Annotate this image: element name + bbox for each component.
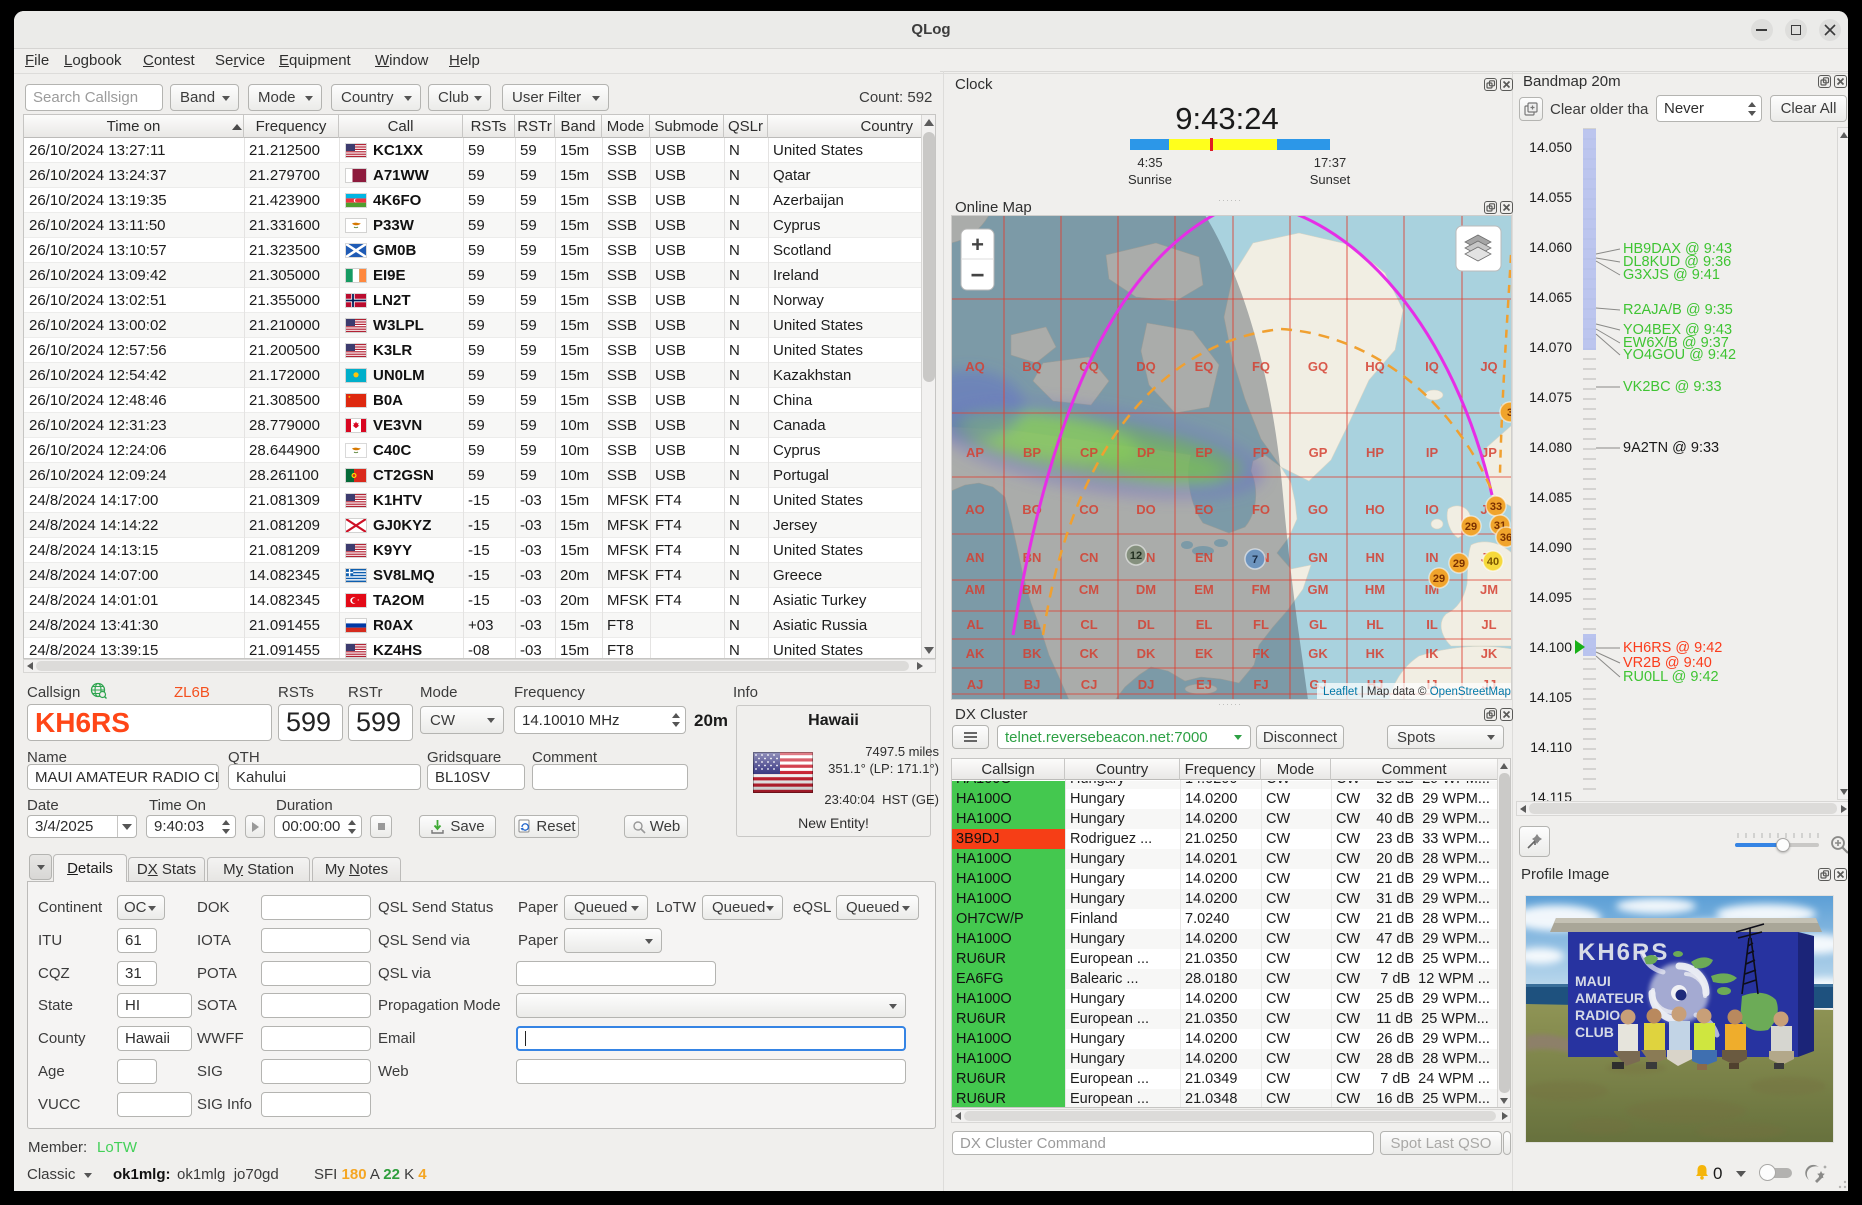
svg-text:GQ: GQ [1308,359,1328,374]
svg-text:EN: EN [1195,550,1213,565]
svg-text:GL: GL [1309,617,1327,632]
svg-text:HM: HM [1365,582,1385,597]
svg-text:HQ: HQ [1365,359,1385,374]
svg-text:DK: DK [1137,646,1156,661]
svg-text:40: 40 [1487,556,1499,568]
svg-text:GO: GO [1308,502,1328,517]
svg-text:EO: EO [1195,502,1214,517]
svg-text:AK: AK [966,646,985,661]
svg-text:FP: FP [1253,445,1270,460]
svg-text:12: 12 [1130,550,1142,562]
svg-text:IL: IL [1426,617,1438,632]
svg-text:JM: JM [1480,582,1498,597]
svg-text:29: 29 [1433,573,1445,585]
svg-text:AO: AO [965,502,985,517]
svg-text:BM: BM [1022,582,1042,597]
svg-text:BQ: BQ [1022,359,1042,374]
svg-text:EK: EK [1195,646,1214,661]
svg-text:GK: GK [1308,646,1328,661]
svg-text:−: − [970,262,984,289]
svg-text:CN: CN [1080,550,1099,565]
svg-text:IQ: IQ [1425,359,1439,374]
svg-text:RADIO: RADIO [1575,1007,1620,1023]
svg-text:GP: GP [1309,445,1328,460]
svg-text:EP: EP [1195,445,1213,460]
svg-text:FL: FL [1253,617,1269,632]
svg-text:FM: FM [1252,582,1271,597]
svg-text:EM: EM [1194,582,1214,597]
svg-text:IO: IO [1425,502,1439,517]
svg-text:AJ: AJ [967,677,984,692]
svg-text:IP: IP [1426,445,1439,460]
svg-text:36: 36 [1500,532,1512,544]
svg-text:7: 7 [1252,554,1258,566]
svg-text:AL: AL [966,617,983,632]
svg-text:BL: BL [1023,617,1040,632]
svg-text:HL: HL [1366,617,1383,632]
svg-text:FK: FK [1252,646,1270,661]
svg-text:DP: DP [1137,445,1155,460]
svg-text:CM: CM [1079,582,1099,597]
svg-text:DL: DL [1137,617,1154,632]
svg-text:FO: FO [1252,502,1270,517]
svg-text:JL: JL [1481,617,1496,632]
svg-text:CJ: CJ [1081,677,1098,692]
svg-text:MAUI: MAUI [1575,973,1611,989]
svg-text:CK: CK [1080,646,1099,661]
svg-text:CP: CP [1080,445,1098,460]
svg-text:IK: IK [1426,646,1440,661]
svg-text:IN: IN [1426,550,1439,565]
svg-text:+: + [971,232,984,257]
svg-text:HO: HO [1365,502,1385,517]
svg-text:AMATEUR: AMATEUR [1575,990,1644,1006]
svg-text:EQ: EQ [1195,359,1214,374]
svg-text:AN: AN [966,550,985,565]
svg-text:33: 33 [1490,501,1502,513]
svg-text:GN: GN [1308,550,1328,565]
svg-text:BJ: BJ [1024,677,1041,692]
svg-text:DO: DO [1136,502,1156,517]
svg-text:29: 29 [1453,558,1465,570]
svg-text:Leaflet | Map data © OpenStree: Leaflet | Map data © OpenStreetMap [1323,686,1511,698]
svg-text:JQ: JQ [1480,359,1497,374]
svg-text:AQ: AQ [965,359,985,374]
svg-text:29: 29 [1465,521,1477,533]
svg-text:HP: HP [1366,445,1384,460]
svg-text:BP: BP [1023,445,1041,460]
svg-text:FJ: FJ [1253,677,1268,692]
svg-text:EL: EL [1196,617,1213,632]
svg-text:HK: HK [1366,646,1385,661]
svg-text:DM: DM [1136,582,1156,597]
svg-text:DJ: DJ [1138,677,1155,692]
svg-text:CLUB: CLUB [1575,1024,1614,1040]
svg-text:GM: GM [1308,582,1329,597]
svg-text:DQ: DQ [1136,359,1156,374]
svg-text:BK: BK [1023,646,1042,661]
svg-text:JK: JK [1481,646,1498,661]
svg-text:CL: CL [1080,617,1097,632]
svg-text:AM: AM [965,582,985,597]
svg-text:CO: CO [1079,502,1099,517]
svg-text:FQ: FQ [1252,359,1270,374]
svg-text:AP: AP [966,445,984,460]
svg-text:EJ: EJ [1196,677,1212,692]
svg-text:HN: HN [1366,550,1385,565]
